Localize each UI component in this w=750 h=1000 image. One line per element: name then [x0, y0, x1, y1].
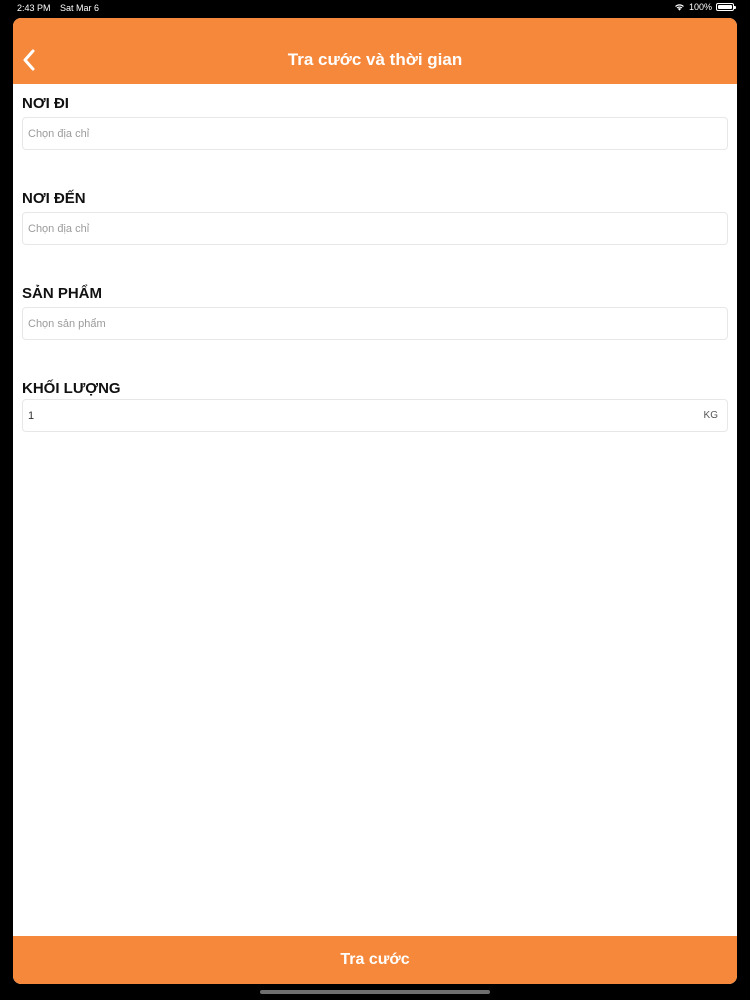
origin-label: NƠI ĐI [22, 95, 69, 112]
status-date: Sat Mar 6 [60, 3, 100, 13]
status-right: 100% [674, 2, 736, 12]
weight-field[interactable]: KG [22, 399, 728, 432]
destination-field[interactable] [22, 212, 728, 245]
destination-label: NƠI ĐẾN [22, 190, 86, 207]
origin-group: NƠI ĐI [22, 94, 728, 179]
check-fare-button[interactable]: Tra cước [13, 936, 737, 984]
weight-input[interactable] [23, 400, 727, 431]
origin-input[interactable] [23, 118, 727, 149]
product-field[interactable] [22, 307, 728, 340]
home-indicator [260, 990, 490, 994]
app-window: Tra cước và thời gian NƠI ĐI NƠI ĐẾN SẢN… [13, 18, 737, 984]
page-title: Tra cước và thời gian [287, 50, 463, 69]
weight-label: KHỐI LƯỢNG [22, 380, 121, 397]
origin-field[interactable] [22, 117, 728, 150]
battery-icon [716, 3, 736, 11]
destination-group: NƠI ĐẾN [22, 189, 728, 274]
weight-group: KHỐI LƯỢNG KG [22, 379, 728, 464]
weight-unit: KG [703, 410, 718, 421]
destination-input[interactable] [23, 213, 727, 244]
battery-fill [718, 5, 732, 9]
status-bar: 2:43 PM Sat Mar 6 100% [0, 0, 750, 16]
fare-form: NƠI ĐI NƠI ĐẾN SẢN PHẨM KHỐI LƯỢNG KG [22, 84, 728, 464]
product-label: SẢN PHẨM [22, 285, 103, 302]
battery-percent: 100% [688, 2, 712, 12]
wifi-icon [675, 4, 684, 11]
status-time: 2:43 PM [17, 3, 51, 13]
nav-bar: Tra cước và thời gian [13, 18, 737, 84]
product-group: SẢN PHẨM [22, 284, 728, 369]
product-input[interactable] [23, 308, 727, 339]
